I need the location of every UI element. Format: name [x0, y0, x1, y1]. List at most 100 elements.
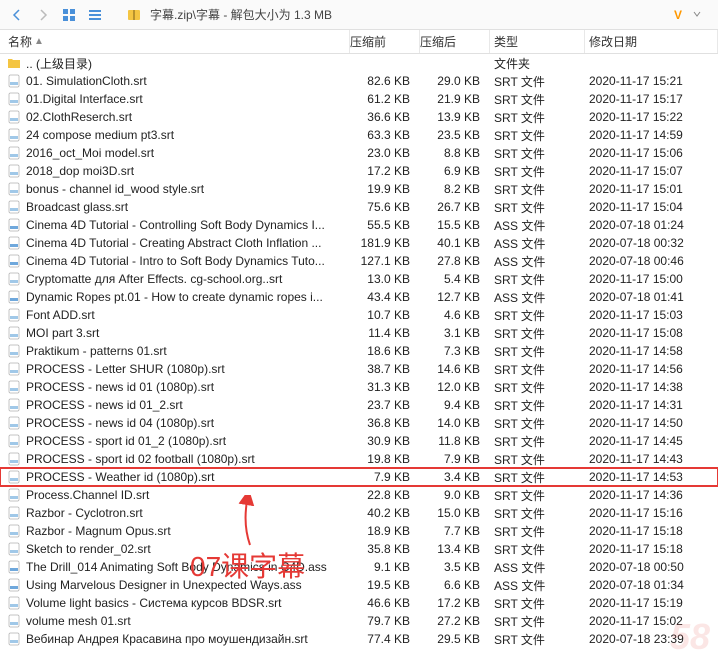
size-post: 14.6 KB	[420, 362, 490, 376]
file-name: Volume light basics - Система курсов BDS…	[26, 596, 350, 610]
file-row[interactable]: volume mesh 01.srt79.7 KB27.2 KBSRT 文件20…	[0, 612, 718, 630]
file-date: 2020-11-17 14:53	[585, 470, 718, 484]
file-row[interactable]: 01. SimulationCloth.srt82.6 KB29.0 KBSRT…	[0, 72, 718, 90]
size-pre: 23.0 KB	[350, 146, 420, 160]
srt-icon	[6, 434, 22, 448]
file-row[interactable]: Praktikum - patterns 01.srt18.6 KB7.3 KB…	[0, 342, 718, 360]
size-pre: 7.9 KB	[350, 470, 420, 484]
size-post: 8.2 KB	[420, 182, 490, 196]
size-pre: 10.7 KB	[350, 308, 420, 322]
file-row[interactable]: Вебинар Андрея Красавина про моушендизай…	[0, 630, 718, 648]
file-list[interactable]: .. (上级目录)文件夹01. SimulationCloth.srt82.6 …	[0, 54, 718, 670]
file-name: MOI part 3.srt	[26, 326, 350, 340]
ass-icon	[6, 254, 22, 268]
file-row[interactable]: 2018_dop moi3D.srt17.2 KB6.9 KBSRT 文件202…	[0, 162, 718, 180]
file-row[interactable]: Cinema 4D Tutorial - Creating Abstract C…	[0, 234, 718, 252]
file-row[interactable]: Volume light basics - Система курсов BDS…	[0, 594, 718, 612]
file-row[interactable]: Font ADD.srt10.7 KB4.6 KBSRT 文件2020-11-1…	[0, 306, 718, 324]
file-row[interactable]: Sketch to render_02.srt35.8 KB13.4 KBSRT…	[0, 540, 718, 558]
file-name: 01. SimulationCloth.srt	[26, 74, 350, 88]
header-modified[interactable]: 修改日期	[585, 30, 718, 53]
file-name: bonus - channel id_wood style.srt	[26, 182, 350, 196]
file-date: 2020-11-17 15:06	[585, 146, 718, 160]
srt-icon	[6, 416, 22, 430]
size-post: 8.8 KB	[420, 146, 490, 160]
file-name: Using Marvelous Designer in Unexpected W…	[26, 578, 350, 592]
file-type: SRT 文件	[490, 469, 585, 486]
file-type: SRT 文件	[490, 199, 585, 216]
srt-icon	[6, 182, 22, 196]
file-row[interactable]: bonus - channel id_wood style.srt19.9 KB…	[0, 180, 718, 198]
file-row[interactable]: PROCESS - Weather id (1080p).srt7.9 KB3.…	[0, 468, 718, 486]
column-headers: 名称▲ 压缩前 压缩后 类型 修改日期	[0, 30, 718, 54]
file-row[interactable]: Razbor - Magnum Opus.srt18.9 KB7.7 KBSRT…	[0, 522, 718, 540]
file-date: 2020-11-17 15:17	[585, 92, 718, 106]
path-bar[interactable]: 字幕.zip\字幕 - 解包大小为 1.3 MB V	[120, 4, 712, 26]
file-type: SRT 文件	[490, 379, 585, 396]
file-row[interactable]: PROCESS - news id 01 (1080p).srt31.3 KB1…	[0, 378, 718, 396]
file-row[interactable]: 02.ClothReserch.srt36.6 KB13.9 KBSRT 文件2…	[0, 108, 718, 126]
size-post: 17.2 KB	[420, 596, 490, 610]
file-row[interactable]: Dynamic Ropes pt.01 - How to create dyna…	[0, 288, 718, 306]
file-row[interactable]: PROCESS - news id 04 (1080p).srt36.8 KB1…	[0, 414, 718, 432]
file-date: 2020-11-17 15:16	[585, 506, 718, 520]
view-list-button[interactable]	[84, 4, 106, 26]
file-type: SRT 文件	[490, 451, 585, 468]
file-row[interactable]: 2016_oct_Moi model.srt23.0 KB8.8 KBSRT 文…	[0, 144, 718, 162]
srt-icon	[6, 362, 22, 376]
file-date: 2020-11-17 14:50	[585, 416, 718, 430]
file-name: .. (上级目录)	[26, 55, 350, 72]
file-name: Font ADD.srt	[26, 308, 350, 322]
file-row[interactable]: PROCESS - sport id 02 football (1080p).s…	[0, 450, 718, 468]
back-button[interactable]	[6, 4, 28, 26]
size-pre: 35.8 KB	[350, 542, 420, 556]
size-pre: 55.5 KB	[350, 218, 420, 232]
path-divider-v[interactable]: V	[668, 8, 688, 22]
srt-icon	[6, 110, 22, 124]
size-post: 9.0 KB	[420, 488, 490, 502]
size-post: 15.0 KB	[420, 506, 490, 520]
file-name: The Drill_014 Animating Soft Body Dynami…	[26, 560, 350, 574]
forward-button[interactable]	[32, 4, 54, 26]
header-name[interactable]: 名称▲	[0, 30, 350, 53]
size-post: 14.0 KB	[420, 416, 490, 430]
file-row[interactable]: PROCESS - sport id 01_2 (1080p).srt30.9 …	[0, 432, 718, 450]
file-row[interactable]: PROCESS - news id 01_2.srt23.7 KB9.4 KBS…	[0, 396, 718, 414]
file-name: PROCESS - sport id 02 football (1080p).s…	[26, 452, 350, 466]
file-row[interactable]: PROCESS - Letter SHUR (1080p).srt38.7 KB…	[0, 360, 718, 378]
file-row[interactable]: Razbor - Cyclotron.srt40.2 KB15.0 KBSRT …	[0, 504, 718, 522]
file-name: Process.Channel ID.srt	[26, 488, 350, 502]
file-row[interactable]: Process.Channel ID.srt22.8 KB9.0 KBSRT 文…	[0, 486, 718, 504]
size-pre: 30.9 KB	[350, 434, 420, 448]
file-row[interactable]: Using Marvelous Designer in Unexpected W…	[0, 576, 718, 594]
file-row[interactable]: Cryptomatte для After Effects. cg-school…	[0, 270, 718, 288]
file-date: 2020-07-18 01:24	[585, 218, 718, 232]
parent-dir-row[interactable]: .. (上级目录)文件夹	[0, 54, 718, 72]
srt-icon	[6, 470, 22, 484]
file-name: Dynamic Ropes pt.01 - How to create dyna…	[26, 290, 350, 304]
size-pre: 36.6 KB	[350, 110, 420, 124]
header-type[interactable]: 类型	[490, 30, 585, 53]
dropdown-icon[interactable]	[692, 8, 702, 22]
header-uncompressed[interactable]: 压缩后	[420, 30, 490, 53]
header-compressed[interactable]: 压缩前	[350, 30, 420, 53]
srt-icon	[6, 452, 22, 466]
file-row[interactable]: 01.Digital Interface.srt61.2 KB21.9 KBSR…	[0, 90, 718, 108]
file-date: 2020-11-17 15:00	[585, 272, 718, 286]
size-post: 9.4 KB	[420, 398, 490, 412]
srt-icon	[6, 326, 22, 340]
file-name: Cryptomatte для After Effects. cg-school…	[26, 272, 350, 286]
size-pre: 38.7 KB	[350, 362, 420, 376]
file-row[interactable]: The Drill_014 Animating Soft Body Dynami…	[0, 558, 718, 576]
srt-icon	[6, 632, 22, 646]
file-row[interactable]: Cinema 4D Tutorial - Intro to Soft Body …	[0, 252, 718, 270]
file-row[interactable]: Broadcast glass.srt75.6 KB26.7 KBSRT 文件2…	[0, 198, 718, 216]
file-date: 2020-11-17 15:01	[585, 182, 718, 196]
file-row[interactable]: MOI part 3.srt11.4 KB3.1 KBSRT 文件2020-11…	[0, 324, 718, 342]
size-pre: 79.7 KB	[350, 614, 420, 628]
file-row[interactable]: 24 compose medium pt3.srt63.3 KB23.5 KBS…	[0, 126, 718, 144]
view-grid-button[interactable]	[58, 4, 80, 26]
size-pre: 127.1 KB	[350, 254, 420, 268]
file-type: SRT 文件	[490, 433, 585, 450]
file-row[interactable]: Cinema 4D Tutorial - Controlling Soft Bo…	[0, 216, 718, 234]
